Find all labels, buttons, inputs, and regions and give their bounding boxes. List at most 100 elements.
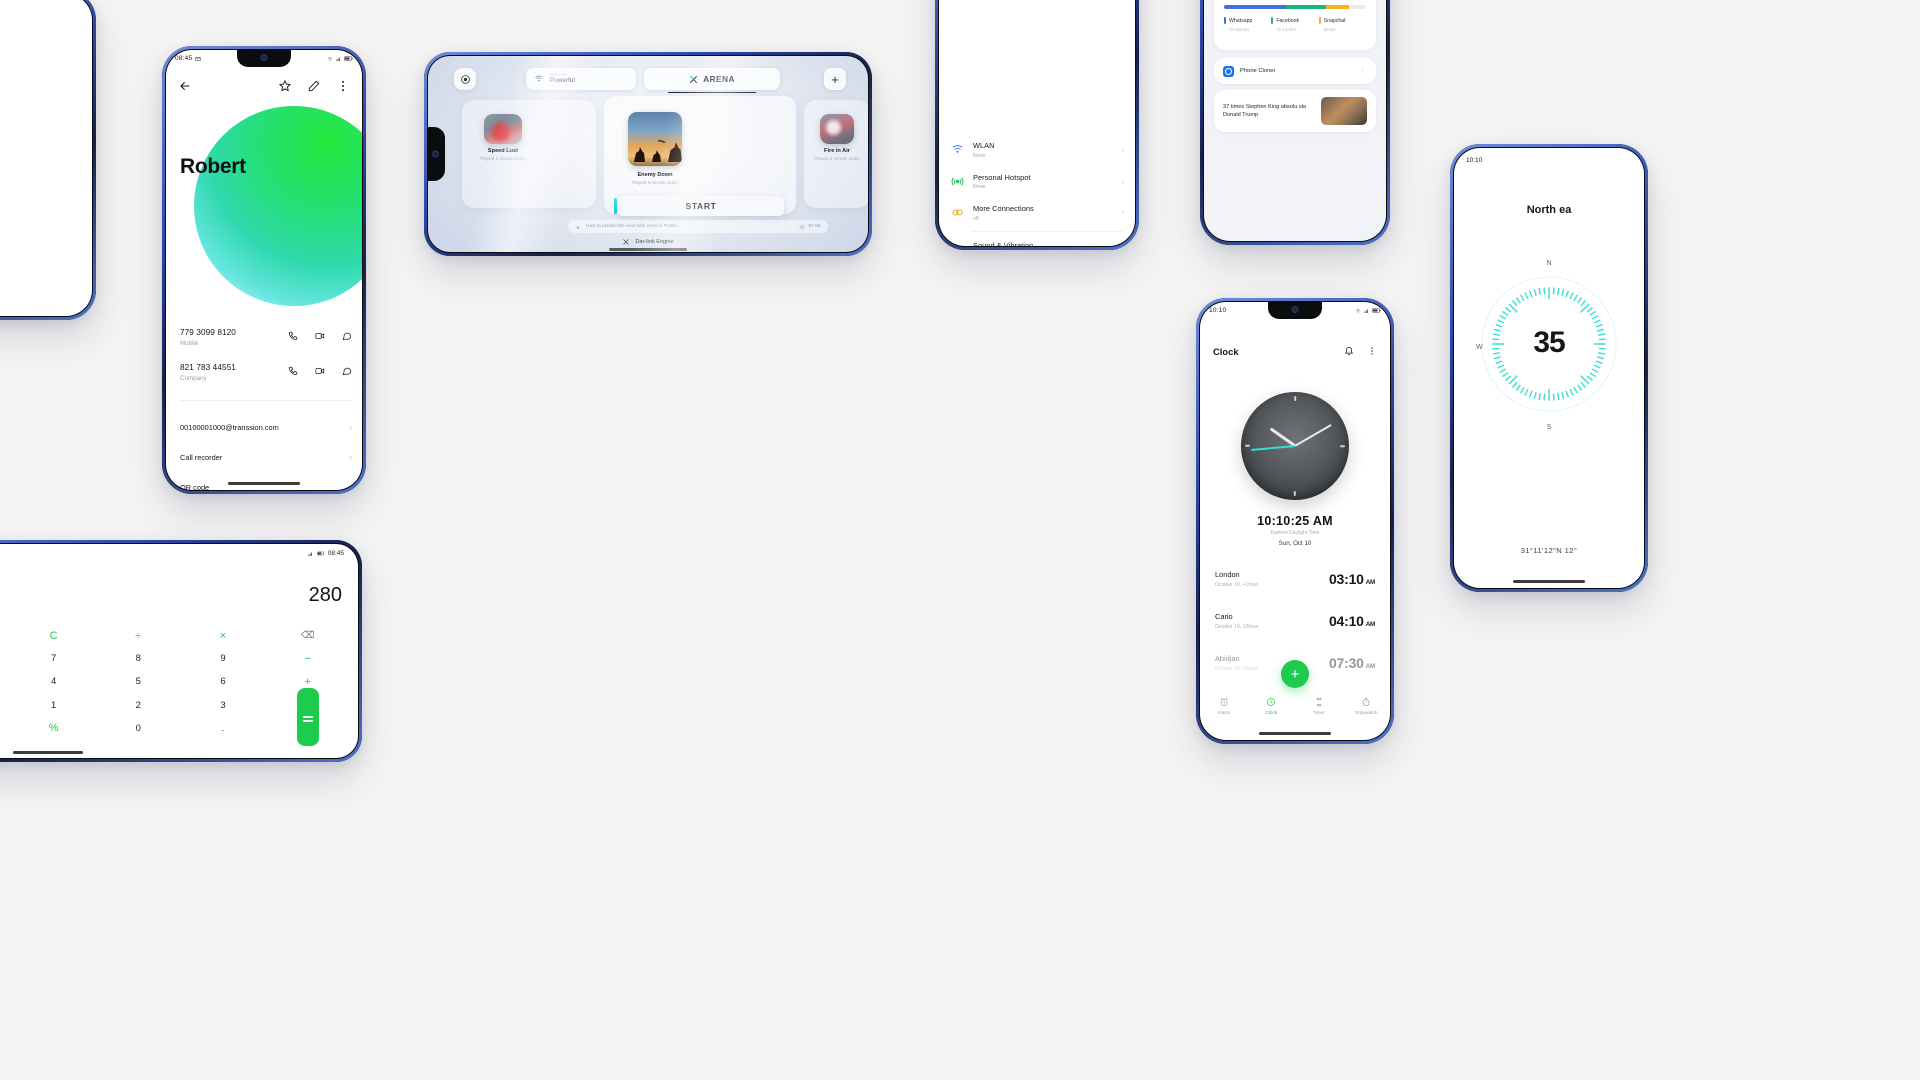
calc-key-tan[interactable]: tan <box>0 647 11 670</box>
message-icon[interactable] <box>342 331 352 341</box>
contact-number-label: Company <box>180 375 207 382</box>
calc-key-[interactable]: ÷ <box>96 624 181 647</box>
dar-link-engine-bar[interactable]: Dar-link Engine <box>428 235 868 249</box>
chevron-right-icon: › <box>1121 208 1124 218</box>
settings-item-title: Sound & Vibration <box>973 240 1034 247</box>
settings-item-title: WLAN <box>973 141 995 150</box>
calc-key-x[interactable]: xʸ <box>0 670 11 693</box>
calc-key-3[interactable]: 3 <box>181 694 266 717</box>
calc-key-[interactable]: % <box>11 717 96 740</box>
calc-key-[interactable]: ∛ <box>0 717 11 740</box>
news-card[interactable]: 37 times Stephen King absolu sla Donald … <box>1214 90 1376 132</box>
more-vertical-icon[interactable]: ⋮ <box>1359 67 1367 75</box>
tab-arena[interactable]: ARENA <box>644 68 780 94</box>
target-icon[interactable] <box>454 68 476 90</box>
wifi-icon <box>327 56 333 61</box>
more-vertical-icon[interactable] <box>336 79 350 93</box>
tab-alarm[interactable]: Alarm <box>1200 696 1248 726</box>
tab-label: ARENA <box>703 74 735 84</box>
add-clock-fab[interactable]: + <box>1281 660 1309 688</box>
news-thumbnail <box>1321 97 1367 125</box>
calc-key-0[interactable]: 0 <box>96 717 181 740</box>
tab-clock[interactable]: Clock <box>1248 696 1296 726</box>
list-item-call-recorder[interactable]: Call recorder › <box>180 442 352 472</box>
settings-item-wlan[interactable]: WLAN None › <box>939 134 1135 166</box>
contact-number-row[interactable]: 779 3099 8120 Mobile <box>180 328 352 347</box>
tab-timer[interactable]: Timer <box>1295 696 1343 726</box>
compass-north-label: N <box>1546 260 1552 267</box>
calc-key-6[interactable]: 6 <box>181 670 266 693</box>
settings-item-personal-hotspot[interactable]: Personal Hotspot None › <box>939 166 1135 198</box>
legend-item: Facebook 1h 12mins <box>1271 17 1318 32</box>
screen-time-card[interactable]: 3h 36mins Whatsapp 2h 32mins Facebook 1h… <box>1214 0 1376 50</box>
game-thumbnail-enemy-down[interactable] <box>628 112 682 166</box>
world-clock-meridiem: AM <box>1365 621 1375 628</box>
list-item[interactable]: Documents 40 <box>0 246 82 264</box>
calc-key-backspace[interactable]: ⌫ <box>265 624 350 647</box>
legend-item: Whatsapp 2h 32mins <box>1224 17 1271 32</box>
engine-label: Dar-link Engine <box>635 239 674 245</box>
contact-number-row[interactable]: 821 783 44551 Company <box>180 363 352 382</box>
world-clock-row[interactable]: London October 19, +1hour 03:10 AM <box>1215 570 1375 588</box>
home-indicator <box>13 751 84 754</box>
edit-icon[interactable] <box>307 79 321 93</box>
divider <box>971 230 1123 232</box>
settings-item-sound-vibration[interactable]: Sound & Vibration Volume, vibration, Do … <box>939 234 1135 247</box>
start-game-button[interactable]: START <box>614 196 784 216</box>
settings-item-more-connections[interactable]: More Connections off › <box>939 197 1135 229</box>
calc-key-[interactable]: × <box>181 624 266 647</box>
close-icon[interactable] <box>622 238 630 246</box>
clock-tabbar: Alarm Clock Timer Stopwatch <box>1200 696 1390 726</box>
notch <box>237 50 291 67</box>
legend-value: 2h 32mins <box>1229 27 1250 32</box>
phone-manager-screen: dts Dts audio GET f Face book GET <box>1204 0 1386 241</box>
calc-key-[interactable]: − <box>265 647 350 670</box>
status-time: 08:45 <box>175 55 193 62</box>
world-clock-time: 03:10 <box>1328 571 1364 587</box>
legend-value: 1h 12mins <box>1276 27 1297 32</box>
calc-key-1[interactable]: 1 <box>11 694 96 717</box>
calc-key-equals[interactable] <box>265 687 350 746</box>
chevron-right-icon: › <box>349 482 352 490</box>
calc-key-9[interactable]: 9 <box>181 647 266 670</box>
arena-logo-icon <box>690 75 698 83</box>
calculator-phone: 08:45 280 RADx!C÷×⌫costan789−logxʸ456+e√… <box>0 540 362 762</box>
world-clock-row[interactable]: Cario October 19,-12hour 04:10 AM <box>1215 612 1375 630</box>
calc-key-2[interactable]: 2 <box>96 694 181 717</box>
game-thumbnail-speed-lust[interactable] <box>484 114 522 144</box>
stopwatch-icon <box>1343 696 1391 708</box>
call-icon[interactable] <box>288 331 298 341</box>
calc-key-8[interactable]: 8 <box>96 647 181 670</box>
video-icon[interactable] <box>315 366 325 376</box>
clock-icon <box>1248 696 1296 708</box>
game-thumbnail-fire-in-air[interactable] <box>820 114 854 144</box>
chevron-right-icon: › <box>1121 145 1124 155</box>
divider <box>180 400 352 401</box>
bell-icon[interactable] <box>1344 346 1354 356</box>
add-game-button[interactable]: + <box>824 68 846 90</box>
calc-key-4[interactable]: 4 <box>11 670 96 693</box>
calc-key-[interactable]: . <box>181 717 266 740</box>
game-arena-phone: Network Powerful ARENA + Speed Lust Play… <box>424 52 872 256</box>
calc-key-7[interactable]: 7 <box>11 647 96 670</box>
game-label-enemy-down: Enemy Down Played 5 minute today <box>608 172 702 185</box>
list-item-qr-code[interactable]: QR code › <box>180 472 352 490</box>
calc-key-[interactable]: √ <box>0 694 11 717</box>
list-item-email[interactable]: 00100001000@transsion.com › <box>180 412 352 442</box>
more-vertical-icon[interactable] <box>1367 346 1377 356</box>
phone-cloner-row[interactable]: Phone Cloner ⋮ <box>1214 58 1376 84</box>
calc-key-5[interactable]: 5 <box>96 670 181 693</box>
settings-item-subtitle: None <box>973 184 986 190</box>
calc-key-C[interactable]: C <box>11 624 96 647</box>
call-icon[interactable] <box>288 366 298 376</box>
tab-stopwatch[interactable]: Stopwatch <box>1343 696 1391 726</box>
calc-key-x[interactable]: x! <box>0 624 11 647</box>
message-icon[interactable] <box>342 366 352 376</box>
game-tip-banner[interactable]: How to predict the next safe zone in PUB… <box>568 220 828 233</box>
compass-south-label: S <box>1546 424 1552 431</box>
star-icon[interactable] <box>278 79 292 93</box>
list-item[interactable]: Hidden apps 0 <box>0 180 82 198</box>
network-status-chip[interactable]: Network Powerful <box>526 68 636 90</box>
video-icon[interactable] <box>315 331 325 341</box>
back-icon[interactable] <box>178 79 192 93</box>
